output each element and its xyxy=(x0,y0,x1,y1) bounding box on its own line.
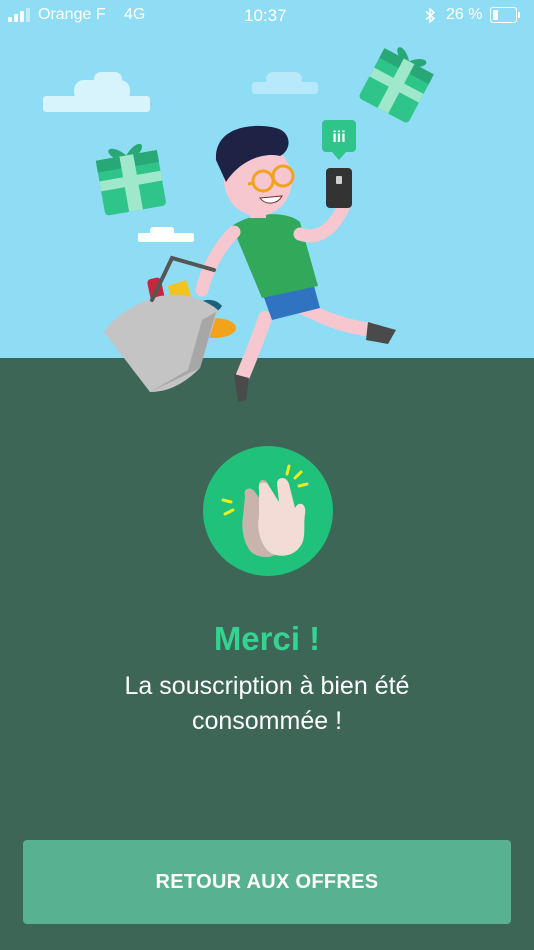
battery-icon xyxy=(490,7,520,23)
clock: 10:37 xyxy=(244,6,287,25)
battery-percentage: 26 % xyxy=(446,6,483,23)
clapping-hands-icon xyxy=(203,446,333,576)
signal-icon xyxy=(8,8,36,22)
cloud-icon xyxy=(43,72,150,112)
confirmation-message: La souscription à bien été consommée ! xyxy=(124,672,410,735)
bluetooth-icon xyxy=(425,7,436,24)
app-badge-text: iii xyxy=(332,129,345,146)
app-badge-icon: iii xyxy=(322,120,356,160)
character xyxy=(195,125,396,402)
network-type: 4G xyxy=(124,6,146,23)
status-bar: Orange F 4G 10:37 26 % xyxy=(0,0,534,32)
gift-icon xyxy=(359,47,434,123)
back-to-offers-button[interactable]: RETOUR AUX OFFRES xyxy=(23,840,511,924)
hero-illustration: iii xyxy=(43,47,434,402)
gift-icon xyxy=(95,143,166,216)
confirmation-title: Merci ! xyxy=(213,620,321,657)
cloud-icon xyxy=(252,72,318,94)
carrier-name: Orange F xyxy=(38,6,106,23)
shopping-bag-icon xyxy=(104,255,236,392)
cloud-icon xyxy=(138,227,194,242)
